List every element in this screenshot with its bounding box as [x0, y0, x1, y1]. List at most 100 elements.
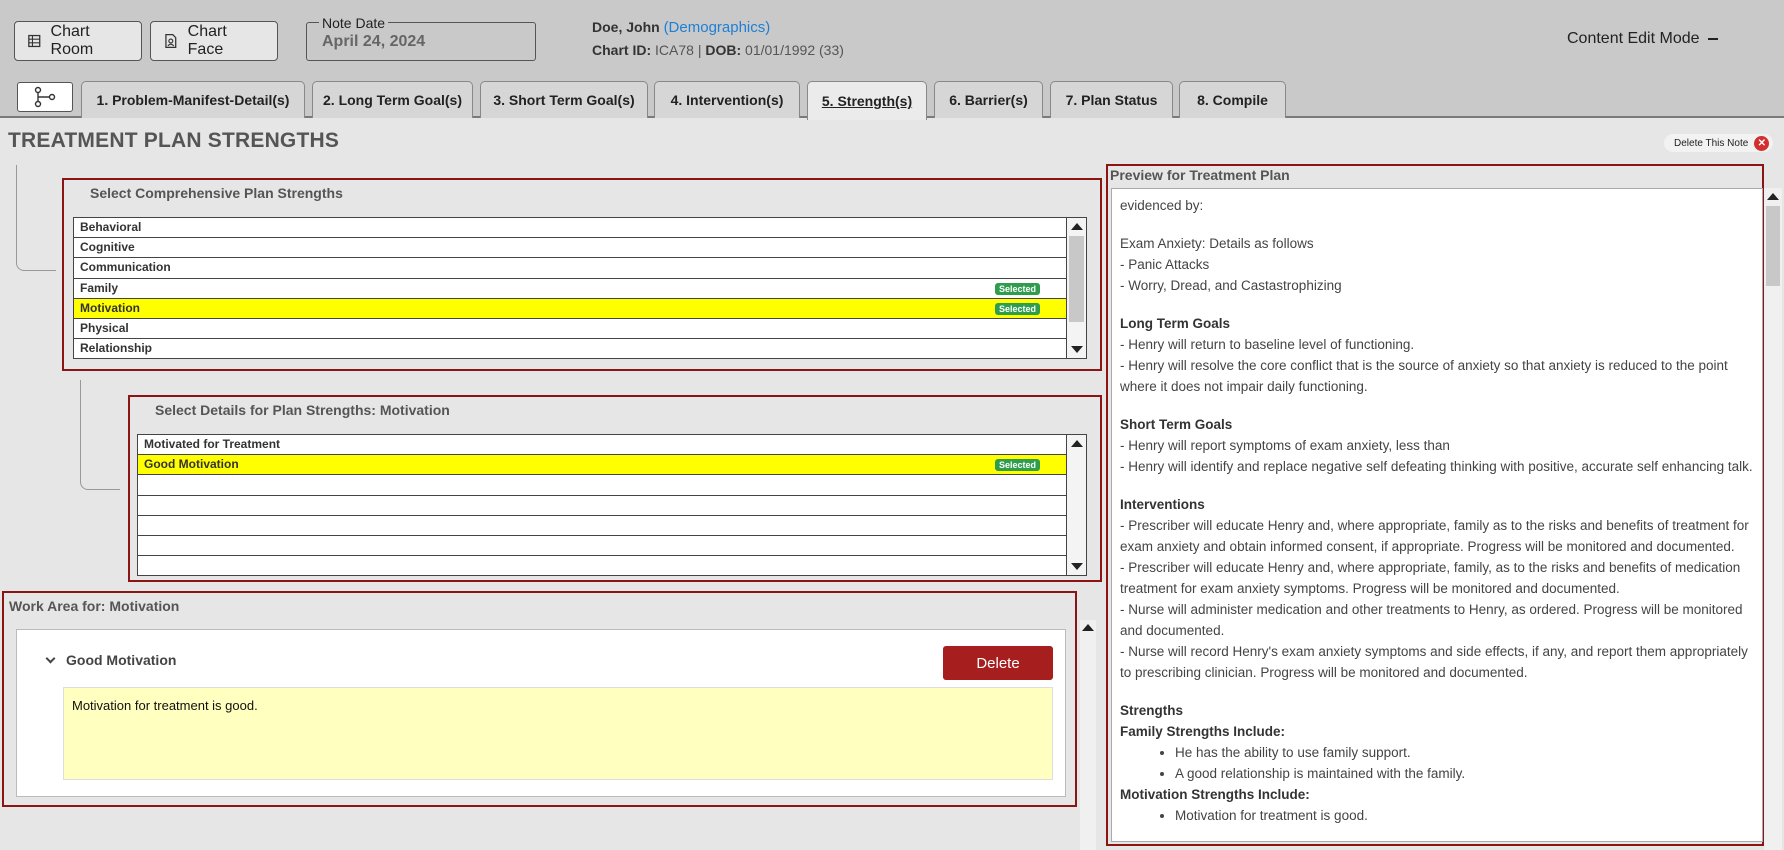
- note-date-value: April 24, 2024: [322, 33, 426, 50]
- branch-icon: [34, 86, 56, 108]
- tab-label: 7. Plan Status: [1065, 92, 1158, 108]
- work-area-card: Good Motivation Delete Motivation for tr…: [16, 629, 1066, 797]
- list-item[interactable]: Physical: [74, 319, 1086, 340]
- chevron-down-icon[interactable]: [45, 653, 56, 663]
- tab-strengths[interactable]: 5. Strength(s): [807, 81, 927, 120]
- preview-heading: Interventions: [1120, 497, 1205, 512]
- work-area-scrollbar[interactable]: [1080, 620, 1096, 850]
- preview-title: Preview for Treatment Plan: [1110, 167, 1290, 183]
- content-edit-mode-toggle[interactable]: Content Edit Mode: [1567, 30, 1718, 48]
- workflow-tab[interactable]: [17, 82, 73, 112]
- scroll-thumb[interactable]: [1069, 236, 1084, 322]
- list-item[interactable]: Good Motivation Selected: [138, 455, 1086, 476]
- tree-connector: [80, 380, 120, 490]
- list-item-label: Relationship: [80, 341, 153, 356]
- preview-line: - Henry will return to baseline level of…: [1120, 337, 1415, 352]
- info-separator: |: [697, 42, 702, 58]
- list-item: A good relationship is maintained with t…: [1175, 763, 1754, 784]
- list-item[interactable]: Relationship: [74, 339, 1086, 358]
- app-header: Chart Room Chart Face Note Date April 24…: [0, 0, 1784, 80]
- list-item[interactable]: Cognitive: [74, 238, 1086, 259]
- scroll-up-icon[interactable]: [1071, 440, 1083, 447]
- details-list[interactable]: Motivated for Treatment Good Motivation S…: [137, 434, 1087, 576]
- preview-line: Exam Anxiety: Details as follows: [1120, 236, 1314, 251]
- preview-line: - Nurse will record Henry's exam anxiety…: [1120, 644, 1748, 680]
- strengths-list[interactable]: Behavioral Cognitive Communication Famil…: [73, 217, 1087, 359]
- tab-plan-status[interactable]: 7. Plan Status: [1050, 81, 1173, 118]
- preview-subheading: Motivation Strengths Include:: [1120, 787, 1310, 802]
- delete-button[interactable]: Delete: [943, 646, 1053, 680]
- list-item-label: Good Motivation: [144, 457, 239, 472]
- delete-note-button[interactable]: Delete This Note ✕: [1664, 134, 1774, 152]
- preview-line: - Henry will resolve the core conflict t…: [1120, 358, 1728, 394]
- tab-label: 8. Compile: [1197, 92, 1268, 108]
- list-item[interactable]: Motivation Selected: [74, 298, 1086, 319]
- chart-face-label: Chart Face: [187, 23, 227, 58]
- edit-mode-label: Content Edit Mode: [1567, 30, 1700, 47]
- preview-scrollbar[interactable]: [1764, 188, 1782, 850]
- family-strengths-list: He has the ability to use family support…: [1175, 742, 1754, 784]
- tab-problem-manifest[interactable]: 1. Problem-Manifest-Detail(s): [81, 81, 305, 118]
- scroll-up-icon[interactable]: [1082, 624, 1094, 631]
- dob-label: DOB:: [705, 42, 742, 58]
- preview-line: - Prescriber will educate Henry and, whe…: [1120, 560, 1741, 596]
- note-date-field[interactable]: Note Date April 24, 2024: [306, 15, 536, 61]
- tab-interventions[interactable]: 4. Intervention(s): [654, 81, 800, 118]
- grid-icon: [28, 34, 41, 48]
- dob-value: 01/01/1992 (33): [745, 42, 844, 58]
- list-item-label: Cognitive: [80, 240, 135, 255]
- note-date-label: Note Date: [319, 15, 389, 31]
- preview-line: - Nurse will administer medication and o…: [1120, 602, 1743, 638]
- list-item-label: Motivated for Treatment: [144, 437, 281, 451]
- tab-label: 5. Strength(s): [821, 93, 913, 109]
- tab-label: 3. Short Term Goal(s): [493, 92, 635, 108]
- list-item-label: Communication: [80, 260, 171, 275]
- tab-barriers[interactable]: 6. Barrier(s): [934, 81, 1043, 118]
- tab-label: 4. Intervention(s): [670, 92, 784, 108]
- list-scrollbar[interactable]: [1066, 218, 1086, 358]
- patient-name: Doe, John: [592, 19, 660, 35]
- scroll-up-icon[interactable]: [1767, 193, 1779, 200]
- motivation-strengths-list: Motivation for treatment is good.: [1175, 805, 1754, 826]
- selected-badge: Selected: [994, 459, 1040, 472]
- list-item: He has the ability to use family support…: [1175, 742, 1754, 763]
- demographics-link[interactable]: (Demographics): [664, 19, 771, 36]
- scroll-down-icon[interactable]: [1071, 563, 1083, 570]
- list-item[interactable]: Family Selected: [74, 279, 1086, 299]
- list-item[interactable]: Behavioral: [74, 218, 1086, 239]
- work-item-textarea[interactable]: Motivation for treatment is good.: [63, 687, 1053, 780]
- work-area-title: Work Area for: Motivation: [9, 598, 180, 614]
- chart-face-button[interactable]: Chart Face: [150, 21, 278, 61]
- scroll-thumb[interactable]: [1766, 206, 1780, 286]
- list-item-empty: [138, 475, 1086, 496]
- chart-room-button[interactable]: Chart Room: [14, 21, 142, 61]
- preview-subheading: Family Strengths Include:: [1120, 724, 1286, 739]
- details-selection-panel: Select Details for Plan Strengths: Motiv…: [128, 395, 1102, 582]
- scroll-up-icon[interactable]: [1071, 223, 1083, 230]
- work-item-header[interactable]: Good Motivation: [45, 652, 177, 668]
- preview-line: - Henry will report symptoms of exam anx…: [1120, 438, 1450, 453]
- preview-heading: Strengths: [1120, 703, 1184, 718]
- list-scrollbar[interactable]: [1066, 435, 1086, 575]
- tab-short-term-goals[interactable]: 3. Short Term Goal(s): [480, 81, 648, 118]
- strengths-panel-title: Select Comprehensive Plan Strengths: [90, 185, 343, 201]
- close-icon: ✕: [1754, 135, 1770, 151]
- scroll-down-icon[interactable]: [1071, 346, 1083, 353]
- work-item-title: Good Motivation: [66, 652, 177, 668]
- selected-badge: Selected: [994, 282, 1040, 295]
- details-panel-title: Select Details for Plan Strengths: Motiv…: [155, 402, 450, 418]
- preview-line: - Worry, Dread, and Castastrophizing: [1120, 278, 1342, 293]
- list-item[interactable]: Communication: [74, 258, 1086, 279]
- tree-connector: [16, 165, 56, 271]
- preview-heading: Short Term Goals: [1120, 417, 1233, 432]
- list-item-label: Motivation: [80, 300, 140, 315]
- tab-long-term-goals[interactable]: 2. Long Term Goal(s): [312, 81, 473, 118]
- chart-id-value: ICA78: [655, 42, 694, 58]
- tab-compile[interactable]: 8. Compile: [1179, 81, 1286, 118]
- list-item[interactable]: Motivated for Treatment: [138, 435, 1086, 456]
- work-area-panel: Work Area for: Motivation Good Motivatio…: [2, 591, 1077, 807]
